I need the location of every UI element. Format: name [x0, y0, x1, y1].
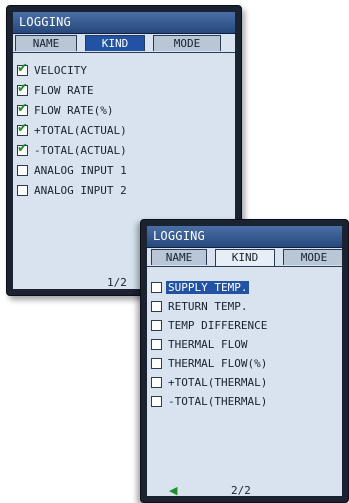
checkbox[interactable]: [151, 320, 162, 331]
checkbox[interactable]: [151, 377, 162, 388]
checkbox[interactable]: [17, 164, 28, 176]
item-label: THERMAL FLOW(%): [168, 357, 268, 370]
checkbox[interactable]: [151, 301, 162, 312]
checkbox[interactable]: ✔: [17, 140, 28, 156]
list-item[interactable]: ANALOG INPUT 2: [17, 182, 127, 198]
check-icon: ✔: [17, 60, 28, 76]
checkbox[interactable]: ✔: [17, 80, 28, 96]
tab-name[interactable]: NAME: [151, 249, 207, 265]
check-icon: ✔: [17, 100, 28, 116]
checkbox[interactable]: [151, 396, 162, 407]
tab-kind[interactable]: KIND: [85, 35, 145, 51]
item-label: RETURN TEMP.: [168, 300, 248, 313]
page-indicator: 2/2: [231, 484, 251, 496]
list-item[interactable]: ✔ FLOW RATE: [17, 82, 127, 98]
tab-kind[interactable]: KIND: [215, 249, 275, 266]
item-label: FLOW RATE(%): [34, 103, 114, 117]
tab-mode[interactable]: MODE: [283, 249, 342, 265]
checkbox[interactable]: [151, 339, 162, 350]
item-label: TEMP DIFFERENCE: [168, 319, 268, 332]
list-item[interactable]: THERMAL FLOW(%): [151, 356, 267, 371]
triangle-left-icon[interactable]: ◀: [169, 484, 177, 496]
list-item[interactable]: RETURN TEMP.: [151, 299, 267, 314]
item-label: -TOTAL(THERMAL): [168, 395, 268, 408]
item-label: THERMAL FLOW: [168, 338, 248, 351]
tab-bar: NAME KIND MODE: [147, 249, 342, 267]
tab-name[interactable]: NAME: [15, 35, 77, 51]
tab-bar: NAME KIND MODE: [13, 35, 235, 53]
screen-title: LOGGING: [147, 226, 342, 248]
list-item[interactable]: ANALOG INPUT 1: [17, 162, 127, 178]
page-indicator: 1/2: [107, 276, 127, 289]
item-label: ANALOG INPUT 2: [34, 183, 127, 197]
tab-mode[interactable]: MODE: [153, 35, 221, 51]
checkbox[interactable]: ✔: [17, 60, 28, 76]
checkbox[interactable]: [151, 358, 162, 369]
item-label: +TOTAL(THERMAL): [168, 376, 268, 389]
item-label: FLOW RATE: [34, 83, 94, 97]
list-item[interactable]: THERMAL FLOW: [151, 337, 267, 352]
checkbox[interactable]: ✔: [17, 100, 28, 116]
logging-device-page-2: LOGGING NAME KIND MODE SUPPLY TEMP. RETU…: [140, 219, 349, 503]
checkbox[interactable]: [17, 184, 28, 196]
check-icon: ✔: [17, 140, 28, 156]
kind-list: ✔ VELOCITY ✔ FLOW RATE ✔ FLOW RATE(%) ✔ …: [17, 62, 127, 202]
list-item[interactable]: TEMP DIFFERENCE: [151, 318, 267, 333]
item-label: +TOTAL(ACTUAL): [34, 123, 127, 137]
list-item[interactable]: +TOTAL(THERMAL): [151, 375, 267, 390]
checkbox[interactable]: ✔: [17, 120, 28, 136]
item-label: VELOCITY: [34, 63, 87, 77]
item-label-selected: SUPPLY TEMP.: [166, 281, 250, 294]
screen-2: LOGGING NAME KIND MODE SUPPLY TEMP. RETU…: [147, 226, 342, 496]
list-item[interactable]: ✔ +TOTAL(ACTUAL): [17, 122, 127, 138]
list-item[interactable]: ✔ VELOCITY: [17, 62, 127, 78]
list-item[interactable]: SUPPLY TEMP.: [151, 280, 267, 295]
checkbox[interactable]: [151, 282, 162, 293]
item-label: ANALOG INPUT 1: [34, 163, 127, 177]
list-item[interactable]: -TOTAL(THERMAL): [151, 394, 267, 409]
list-item[interactable]: ✔ FLOW RATE(%): [17, 102, 127, 118]
list-item[interactable]: ✔ -TOTAL(ACTUAL): [17, 142, 127, 158]
check-icon: ✔: [17, 80, 28, 96]
kind-list: SUPPLY TEMP. RETURN TEMP. TEMP DIFFERENC…: [151, 280, 267, 413]
item-label: -TOTAL(ACTUAL): [34, 143, 127, 157]
screen-title: LOGGING: [13, 12, 235, 34]
check-icon: ✔: [17, 120, 28, 136]
